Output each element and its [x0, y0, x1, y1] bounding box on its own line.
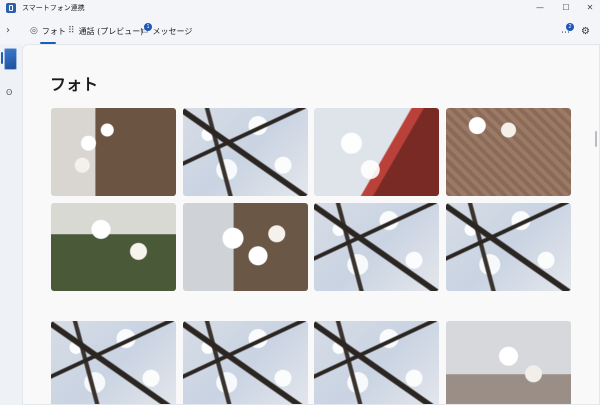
messages-badge: 1: [144, 23, 152, 31]
notifications-badge: 2: [566, 23, 574, 31]
phone-thumbnail[interactable]: [4, 48, 17, 70]
selected-device-indicator: [1, 52, 3, 64]
photos-icon: ◎: [30, 26, 38, 36]
photos-content-panel: フォト: [22, 44, 600, 405]
minimize-button[interactable]: —: [528, 1, 552, 15]
page-title: フォト: [50, 75, 99, 94]
photo-thumbnail[interactable]: [183, 108, 308, 196]
tab-messages-label: メッセージ: [152, 26, 193, 36]
photo-thumbnail[interactable]: [314, 203, 439, 291]
photo-thumbnail[interactable]: [446, 321, 571, 404]
tab-photos-label: フォト: [41, 26, 66, 36]
expand-chevron-icon[interactable]: ›: [6, 25, 10, 36]
dialpad-icon: ⠿: [68, 26, 75, 36]
settings-gear-icon[interactable]: ⚙: [581, 26, 590, 37]
toolbar: › ◎ フォト ⠿ 通話 (プレビュー) ▭ メッセージ 1 ⋯ 2 ⚙: [0, 16, 600, 44]
photo-thumbnail[interactable]: [51, 203, 176, 291]
photo-thumbnail[interactable]: [183, 321, 308, 404]
window-title: スマートフォン連携: [22, 4, 85, 12]
photo-thumbnail[interactable]: [183, 203, 308, 291]
photo-thumbnail[interactable]: [314, 108, 439, 196]
photo-thumbnail[interactable]: [51, 108, 176, 196]
title-bar: スマートフォン連携 — ☐ ✕: [0, 0, 600, 16]
close-button[interactable]: ✕: [578, 1, 600, 15]
app-window: スマートフォン連携 — ☐ ✕ › ◎ フォト ⠿ 通話 (プレビュー) ▭ メ…: [0, 0, 600, 405]
maximize-button[interactable]: ☐: [554, 1, 578, 15]
tab-calls[interactable]: ⠿ 通話 (プレビュー): [68, 23, 143, 39]
photo-thumbnail[interactable]: [314, 321, 439, 404]
tab-calls-label: 通話 (プレビュー): [78, 26, 144, 36]
photo-thumbnail[interactable]: [446, 108, 571, 196]
tab-photos[interactable]: ◎ フォト: [30, 23, 66, 39]
scrollbar-thumb[interactable]: [595, 131, 597, 147]
device-rail: [0, 44, 22, 405]
photo-thumbnail[interactable]: [446, 203, 571, 291]
photo-thumbnail[interactable]: [51, 321, 176, 404]
phone-link-app-icon: [6, 3, 16, 13]
bluetooth-status-icon: ʘ: [6, 88, 13, 97]
